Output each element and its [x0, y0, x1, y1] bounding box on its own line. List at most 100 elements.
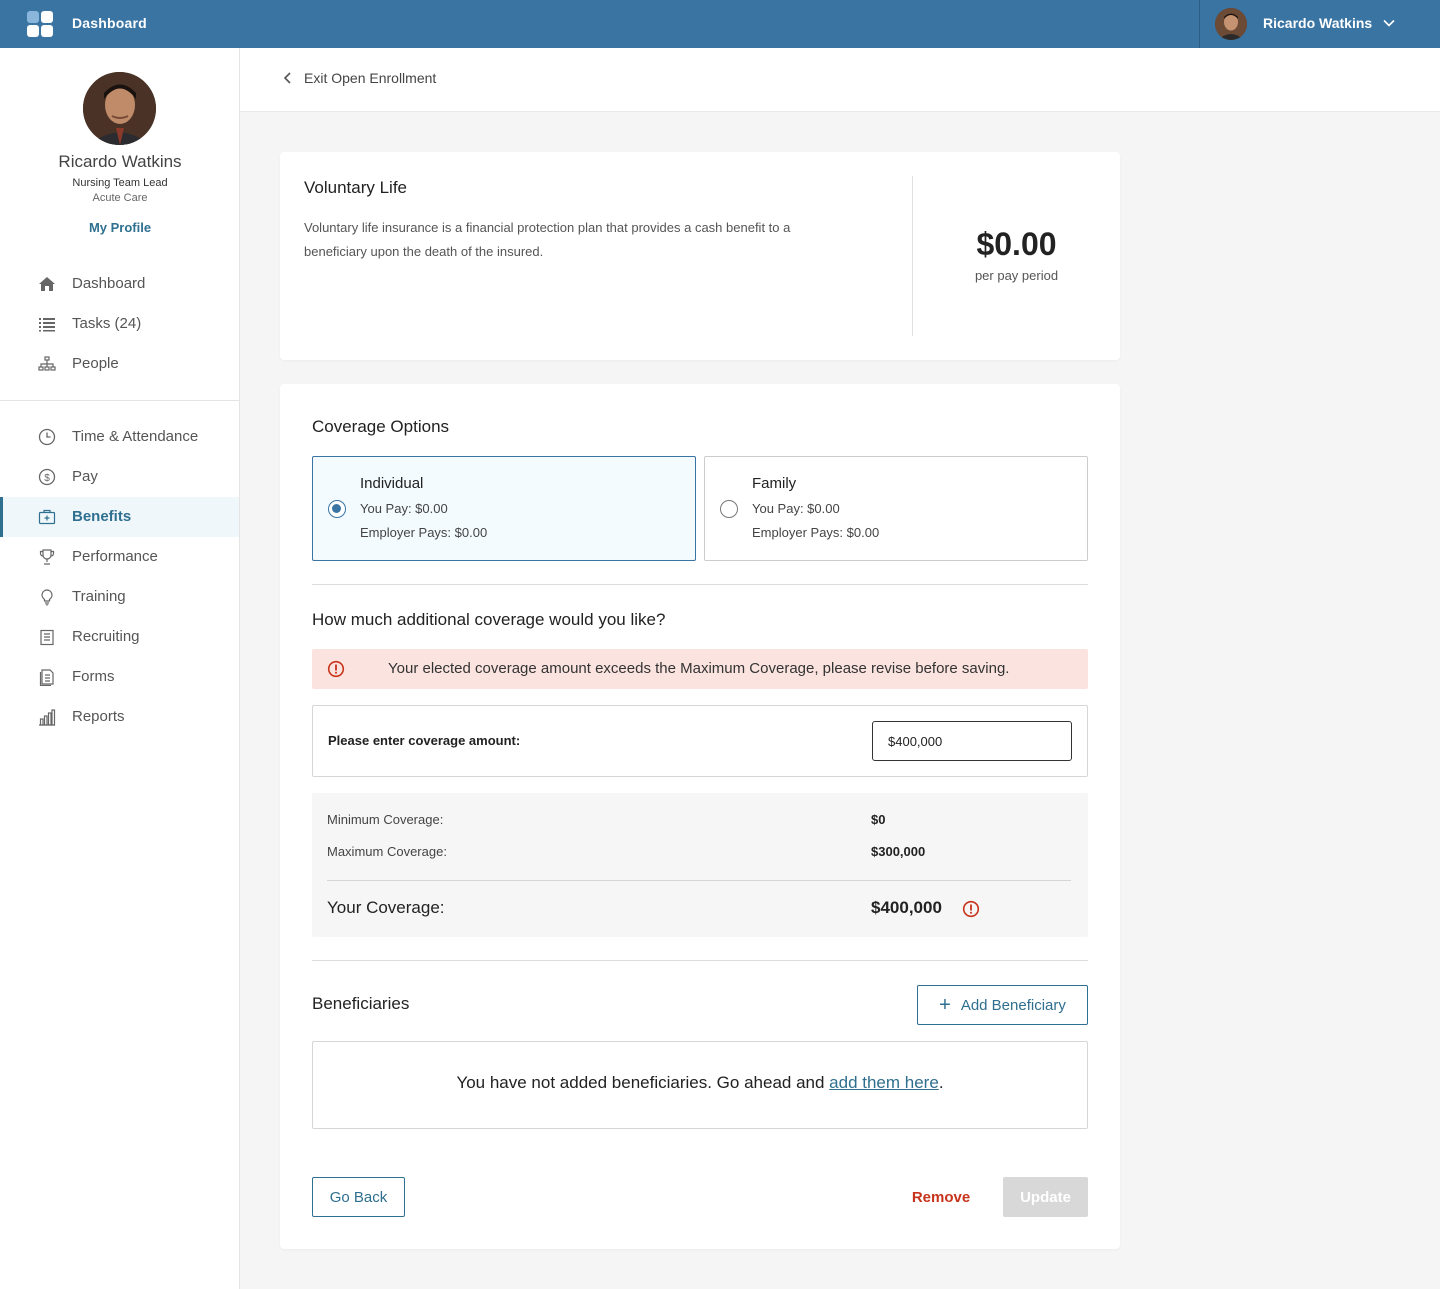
topbar-title[interactable]: Dashboard	[72, 15, 147, 31]
sidebar-item-label: Reports	[72, 708, 125, 725]
org-chart-icon	[38, 356, 56, 371]
empty-state-text: You have not added beneficiaries. Go ahe…	[456, 1073, 943, 1093]
sidebar-item-label: Dashboard	[72, 275, 146, 292]
add-beneficiary-button[interactable]: + Add Beneficiary	[917, 985, 1088, 1025]
alert-message: Your elected coverage amount exceeds the…	[388, 660, 1010, 677]
user-name: Ricardo Watkins	[1263, 15, 1373, 31]
app-grid-icon[interactable]	[27, 11, 53, 37]
option-you-pay: You Pay: $0.00	[752, 501, 840, 516]
profile-name: Ricardo Watkins	[58, 152, 182, 171]
lightbulb-icon	[41, 589, 53, 606]
user-menu[interactable]: Ricardo Watkins	[1199, 0, 1440, 48]
radio-button[interactable]	[720, 500, 738, 518]
option-name: Individual	[360, 475, 424, 492]
sidebar-item-recruiting[interactable]: Recruiting	[0, 617, 239, 657]
empty-state-message: You have not added beneficiaries. Go ahe…	[456, 1073, 830, 1092]
nav-divider	[0, 400, 239, 401]
sidebar-item-label: Benefits	[72, 508, 132, 525]
sidebar-item-training[interactable]: Training	[0, 577, 239, 617]
sidebar-item-benefits[interactable]: Benefits	[0, 497, 239, 537]
sidebar-item-label: Pay	[72, 468, 98, 485]
coverage-amount-box: Please enter coverage amount:	[312, 705, 1088, 777]
beneficiaries-empty-state: You have not added beneficiaries. Go ahe…	[312, 1041, 1088, 1129]
error-icon	[962, 900, 980, 918]
beneficiaries-title: Beneficiaries	[312, 994, 410, 1013]
sidebar-item-label: Training	[72, 588, 126, 605]
sidebar-item-label: People	[72, 355, 119, 372]
sidebar-item-label: Time & Attendance	[72, 428, 199, 445]
option-you-pay: You Pay: $0.00	[360, 501, 448, 516]
sidebar-item-forms[interactable]: Forms	[0, 657, 239, 697]
coverage-options-title: Coverage Options	[312, 417, 450, 436]
exit-open-enrollment-link[interactable]: Exit Open Enrollment	[282, 70, 436, 86]
error-icon	[327, 660, 345, 678]
plan-summary-card: Voluntary Life Voluntary life insurance …	[280, 152, 1120, 360]
sidebar: Ricardo Watkins Nursing Team Lead Acute …	[0, 48, 240, 1289]
forms-icon	[39, 669, 54, 686]
divider	[327, 880, 1071, 881]
radio-button[interactable]	[328, 500, 346, 518]
plan-price: $0.00	[976, 226, 1057, 262]
option-name: Family	[752, 475, 797, 492]
coverage-option-individual[interactable]: Individual You Pay: $0.00 Employer Pays:…	[312, 456, 696, 561]
divider	[312, 960, 1088, 961]
sidebar-item-dashboard[interactable]: Dashboard	[0, 264, 239, 304]
plus-icon: +	[939, 994, 951, 1016]
my-profile-link[interactable]: My Profile	[0, 220, 240, 235]
sidebar-item-label: Forms	[72, 668, 115, 685]
list-icon	[39, 318, 55, 332]
maximum-coverage-label: Maximum Coverage:	[327, 844, 447, 859]
sidebar-item-time-attendance[interactable]: Time & Attendance	[0, 417, 239, 457]
profile-avatar	[83, 72, 156, 145]
sidebar-item-label: Performance	[72, 548, 158, 565]
error-alert: Your elected coverage amount exceeds the…	[312, 649, 1088, 689]
plan-description: Voluntary life insurance is a financial …	[304, 220, 791, 259]
clock-icon	[38, 428, 56, 446]
coverage-summary: Minimum Coverage: $0 Maximum Coverage: $…	[312, 793, 1088, 937]
trophy-icon	[39, 549, 55, 565]
your-coverage-value: $400,000	[871, 898, 942, 917]
chevron-down-icon	[1383, 19, 1395, 27]
sidebar-item-label: Tasks (24)	[72, 315, 142, 332]
home-icon	[39, 277, 55, 291]
sidebar-item-performance[interactable]: Performance	[0, 537, 239, 577]
option-employer-pays: Employer Pays: $0.00	[360, 525, 488, 540]
benefits-icon	[38, 509, 56, 525]
sub-header: Exit Open Enrollment	[240, 48, 1440, 112]
additional-coverage-question: How much additional coverage would you l…	[312, 610, 666, 629]
plan-price-period: per pay period	[974, 268, 1059, 283]
update-button[interactable]: Update	[1003, 1177, 1088, 1217]
top-bar: Dashboard Ricardo Watkins	[0, 0, 1440, 48]
profile-department: Acute Care	[92, 192, 148, 204]
add-them-here-link[interactable]: add them here	[829, 1073, 939, 1092]
coverage-amount-input[interactable]	[872, 721, 1072, 761]
clipboard-icon	[40, 629, 54, 646]
go-back-label: Go Back	[329, 1188, 388, 1206]
dollar-icon: $	[38, 468, 56, 486]
minimum-coverage-label: Minimum Coverage:	[327, 812, 444, 827]
divider	[312, 584, 1088, 585]
back-link-label: Exit Open Enrollment	[304, 70, 437, 86]
coverage-amount-label: Please enter coverage amount:	[328, 733, 521, 748]
minimum-coverage-value: $0	[871, 812, 886, 827]
sidebar-item-reports[interactable]: Reports	[0, 697, 239, 737]
sidebar-item-label: Recruiting	[72, 628, 140, 645]
plan-name: Voluntary Life	[304, 178, 408, 197]
coverage-option-family[interactable]: Family You Pay: $0.00 Employer Pays: $0.…	[704, 456, 1088, 561]
svg-text:$: $	[44, 473, 50, 484]
profile-job-title: Nursing Team Lead	[72, 177, 168, 189]
avatar	[1215, 8, 1247, 40]
add-beneficiary-label: Add Beneficiary	[960, 996, 1066, 1014]
bar-chart-icon	[39, 709, 56, 726]
maximum-coverage-value: $300,000	[871, 844, 926, 859]
chevron-left-icon	[283, 72, 291, 84]
your-coverage-label: Your Coverage:	[327, 898, 445, 917]
go-back-button[interactable]: Go Back	[312, 1177, 405, 1217]
option-employer-pays: Employer Pays: $0.00	[752, 525, 880, 540]
sidebar-item-people[interactable]: People	[0, 344, 239, 384]
sidebar-item-tasks[interactable]: Tasks (24)	[0, 304, 239, 344]
sidebar-item-pay[interactable]: $ Pay	[0, 457, 239, 497]
empty-state-period: .	[938, 1073, 944, 1092]
coverage-card: Coverage Options Individual You Pay: $0.…	[280, 384, 1120, 1249]
remove-button[interactable]: Remove	[904, 1177, 978, 1217]
